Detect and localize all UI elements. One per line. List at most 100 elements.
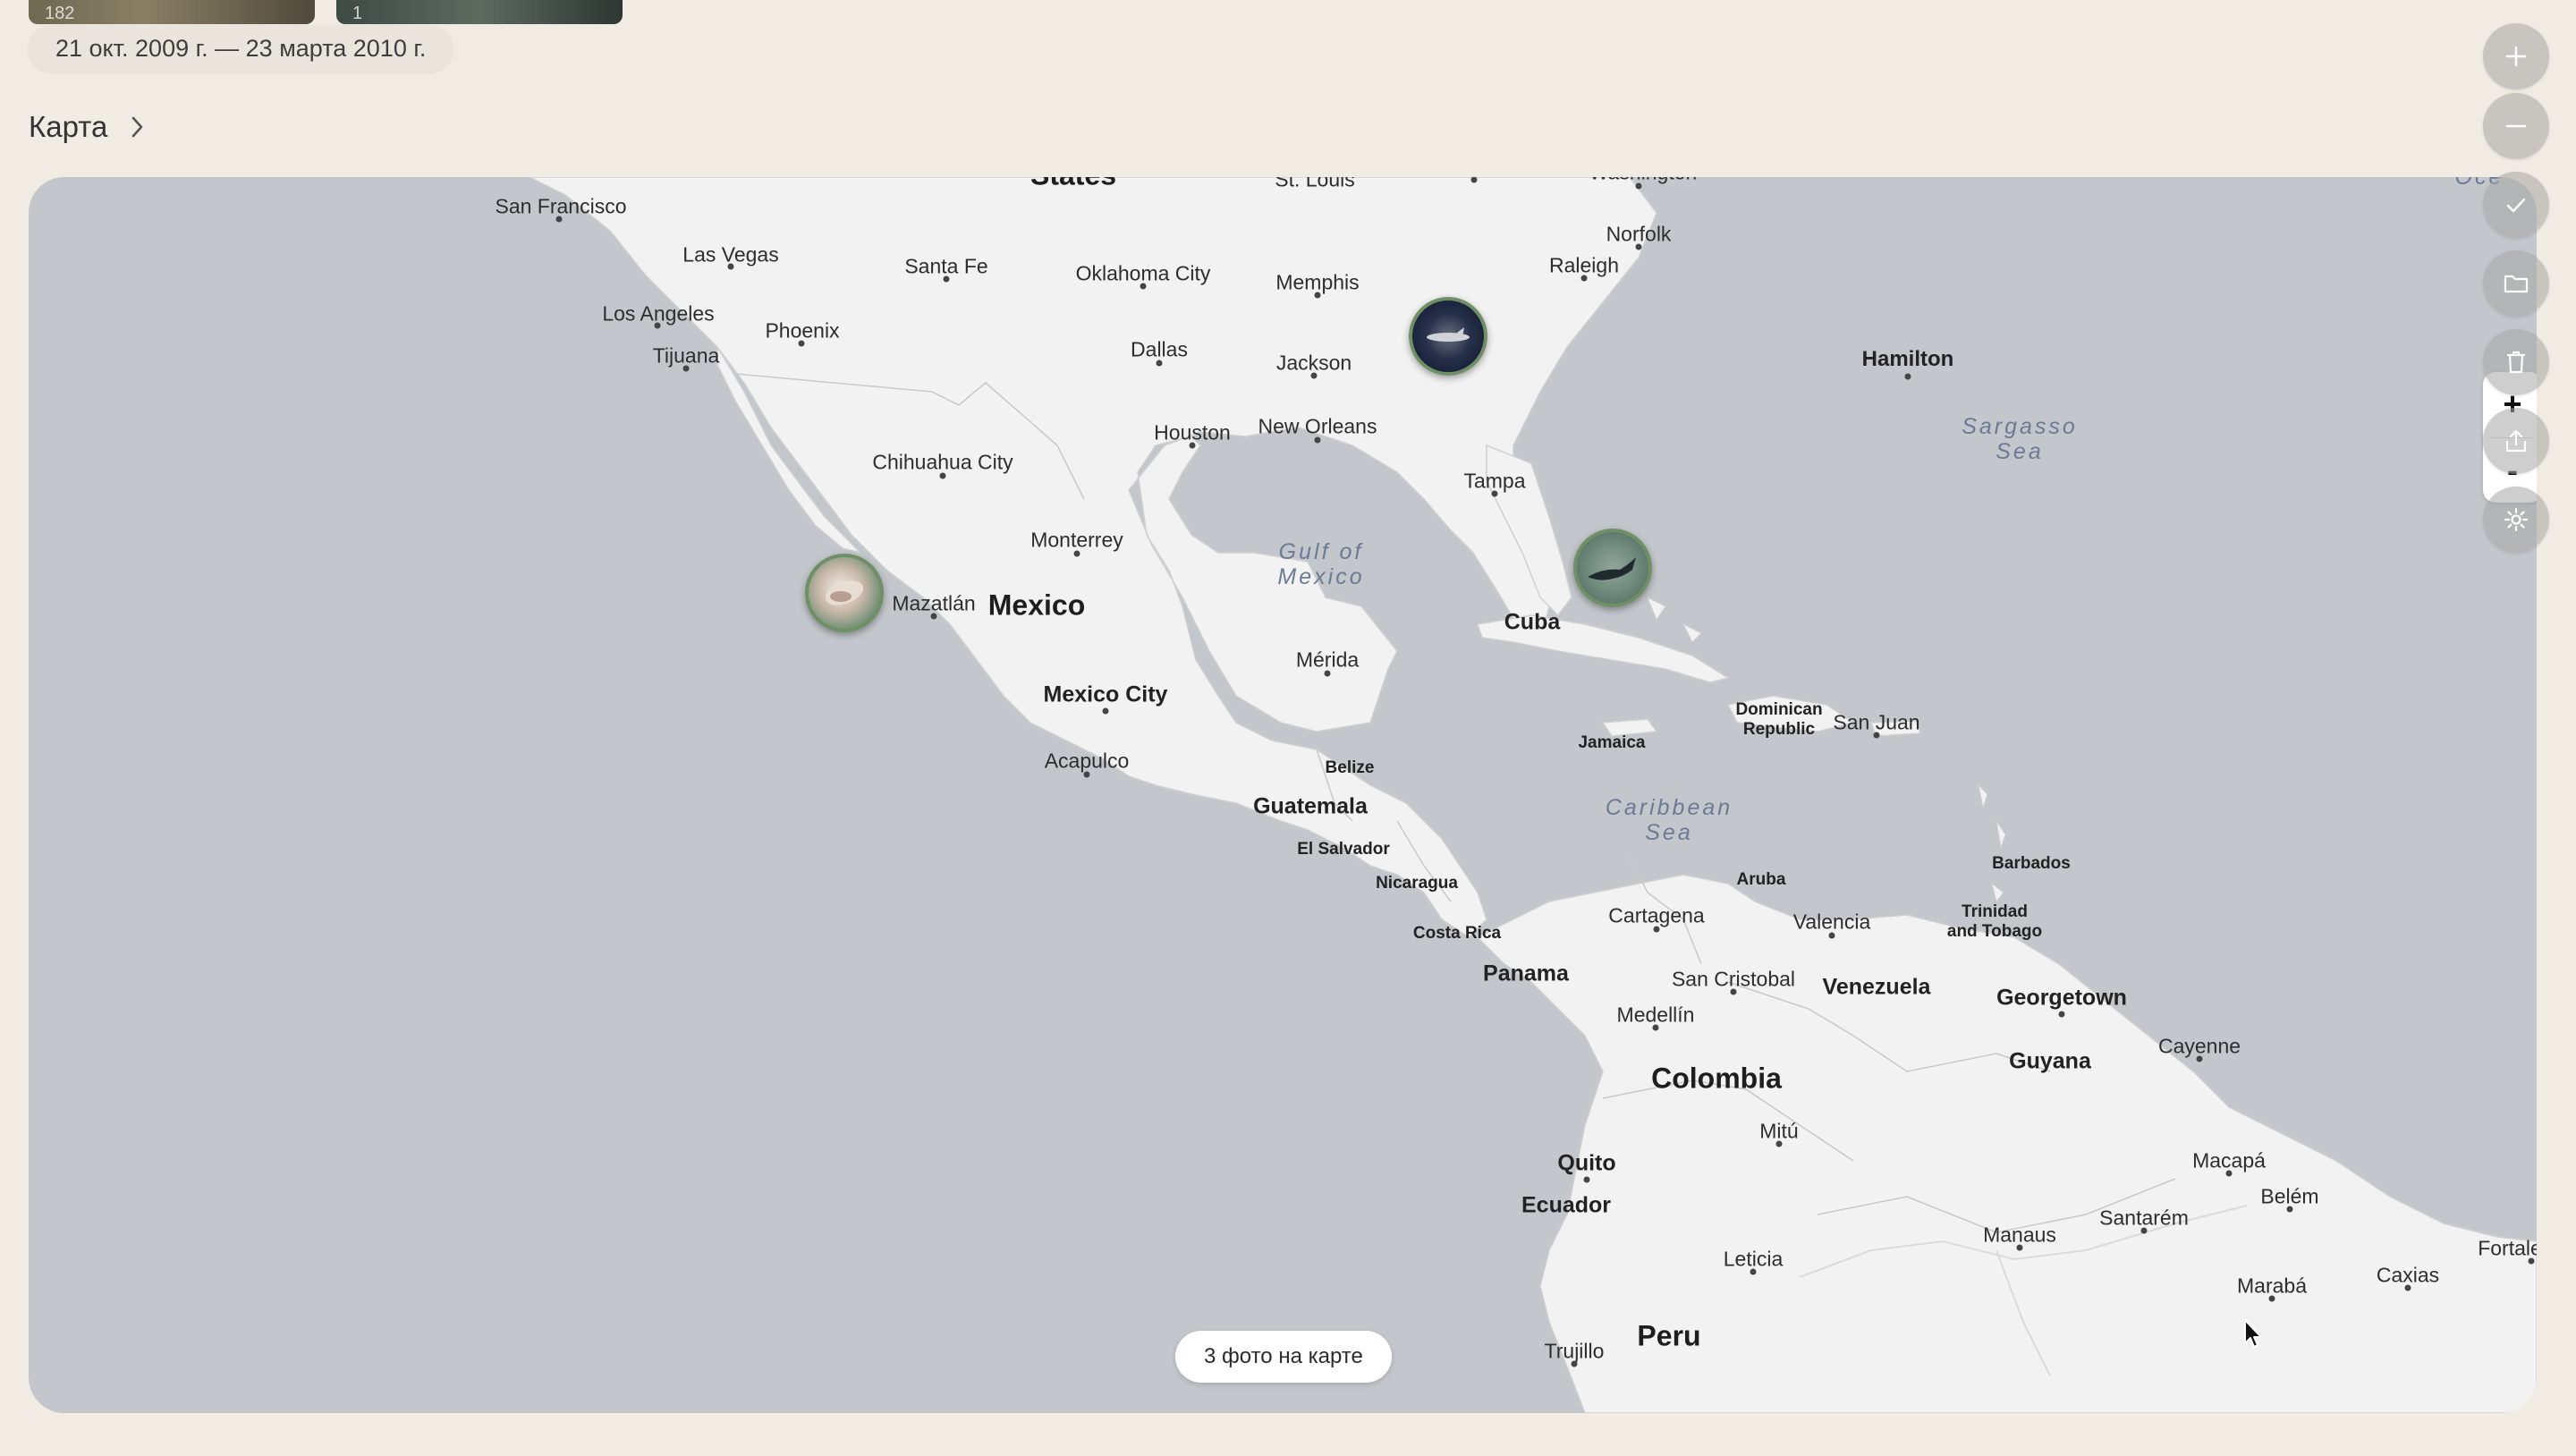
city-dot <box>939 472 946 479</box>
city-dot <box>1314 292 1321 299</box>
country-label: Nicaragua <box>1376 874 1458 893</box>
city-dot <box>1635 182 1642 190</box>
city-dot <box>1314 436 1321 444</box>
city-dot <box>2196 1055 2203 1062</box>
chevron-right-icon <box>132 116 143 138</box>
city-dot <box>2058 1011 2065 1018</box>
city-label: Marabá <box>2237 1274 2307 1298</box>
city-dot <box>1083 771 1090 778</box>
city-dot <box>1828 932 1835 939</box>
zoom-in-button[interactable] <box>2483 23 2549 89</box>
city-label: Mitú <box>1759 1119 1799 1143</box>
thumbnail-count: 1 <box>352 4 363 23</box>
city-label: Houston <box>1154 420 1231 444</box>
city-dot <box>2016 1244 2023 1251</box>
country-label: Belize <box>1325 758 1375 777</box>
sea-label-caribbean: Caribbean Sea <box>1605 795 1733 845</box>
city-label: Cartagena <box>1608 903 1705 927</box>
photo-thumbnail[interactable]: 182 <box>29 0 315 24</box>
city-label: Macapá <box>2192 1148 2266 1172</box>
city-dot <box>1635 243 1642 250</box>
city-label: Tijuana <box>652 343 720 368</box>
checkmark-icon <box>2506 198 2526 213</box>
country-label: Guyana <box>2009 1048 2091 1074</box>
city-label: Mérida <box>1295 648 1360 672</box>
country-label: Venezuela <box>1822 974 1931 1000</box>
photo-pin[interactable] <box>1409 297 1487 376</box>
map-view[interactable]: Gulf of Mexico Caribbean Sea Sargasso Se… <box>29 177 2537 1413</box>
city-label: Norfolk <box>1606 222 1672 246</box>
city-dot <box>2225 1170 2233 1177</box>
share-icon <box>2505 429 2527 453</box>
city-dot <box>2268 1295 2275 1302</box>
trash-icon <box>2507 351 2525 374</box>
photo-pin[interactable] <box>805 554 884 632</box>
city-label: Mazatlán <box>892 591 976 615</box>
country-label: Guatemala <box>1253 793 1368 819</box>
city-dot <box>2404 1284 2411 1291</box>
photo-pin[interactable] <box>1573 529 1652 607</box>
city-dot <box>1775 1140 1783 1147</box>
city-dot <box>1073 550 1080 557</box>
city-label: Santarém <box>2099 1206 2189 1230</box>
city-label: Quito <box>1557 1150 1616 1176</box>
zoom-out-button[interactable] <box>2483 93 2549 159</box>
map-section-header[interactable]: Карта <box>29 106 145 148</box>
city-label: Manaus <box>1983 1223 2056 1247</box>
minus-icon <box>2505 124 2527 128</box>
city-dot <box>1580 275 1588 282</box>
country-label: Cuba <box>1504 609 1561 635</box>
city-label: New Orleans <box>1258 414 1377 438</box>
city-dot <box>1310 372 1318 379</box>
city-label: Monterrey <box>1030 528 1123 552</box>
city-dot <box>1156 360 1163 367</box>
city-label: Memphis <box>1275 270 1360 294</box>
city-dot <box>555 216 563 223</box>
add-to-album-button[interactable] <box>2483 250 2549 317</box>
city-label: Trujillo <box>1544 1339 1605 1363</box>
folder-icon <box>2504 275 2529 293</box>
city-label: San Francisco <box>495 194 627 218</box>
city-label: San Cristobal <box>1671 967 1796 991</box>
city-label: Dallas <box>1131 337 1188 361</box>
delete-button[interactable] <box>2483 329 2549 395</box>
share-button[interactable] <box>2483 408 2549 474</box>
city-dot <box>727 263 734 270</box>
photo-thumbnail[interactable]: 1 <box>336 0 623 24</box>
photos-on-map-badge[interactable]: 3 фото на карте <box>1175 1331 1392 1383</box>
city-dot <box>943 275 950 283</box>
city-label: Medellín <box>1616 1003 1695 1027</box>
city-label: Acapulco <box>1044 749 1130 773</box>
city-dot <box>2140 1227 2148 1234</box>
city-label: Washington <box>1589 177 1698 185</box>
country-label: Costa Rica <box>1412 924 1502 943</box>
settings-button[interactable] <box>2483 487 2549 553</box>
city-label: Raleigh <box>1549 253 1619 277</box>
city-label: Caxias <box>2376 1263 2440 1287</box>
city-dot <box>1571 1360 1578 1367</box>
gear-icon <box>2504 507 2529 532</box>
city-dot <box>1904 373 1911 380</box>
sea-label-gulf: Gulf of Mexico <box>1277 539 1365 589</box>
city-dot <box>1653 926 1660 933</box>
city-label: Leticia <box>1723 1247 1784 1271</box>
country-label: Aruba <box>1736 870 1786 889</box>
city-dot <box>798 340 805 347</box>
city-dot <box>1750 1268 1757 1275</box>
city-label: Tampa <box>1463 469 1526 493</box>
photo-thumbnail-image <box>1588 557 1636 580</box>
country-label: Trinidad and Tobago <box>1946 902 2043 941</box>
city-label: Jackson <box>1275 351 1352 375</box>
country-label: Dominican Republic <box>1735 700 1823 739</box>
country-label: El Salvador <box>1297 840 1390 859</box>
plus-icon <box>2505 46 2527 67</box>
city-label: Phoenix <box>765 318 840 343</box>
photo-thumbnail-image <box>1427 327 1470 342</box>
city-dot <box>1189 442 1196 449</box>
country-label: Mexico <box>987 588 1086 622</box>
select-button[interactable] <box>2483 172 2549 238</box>
photo-thumbnail-image <box>825 580 864 605</box>
city-label: St. Louis <box>1275 177 1355 191</box>
city-label: Mexico City <box>1043 681 1168 707</box>
city-label: San Juan <box>1833 710 1920 734</box>
